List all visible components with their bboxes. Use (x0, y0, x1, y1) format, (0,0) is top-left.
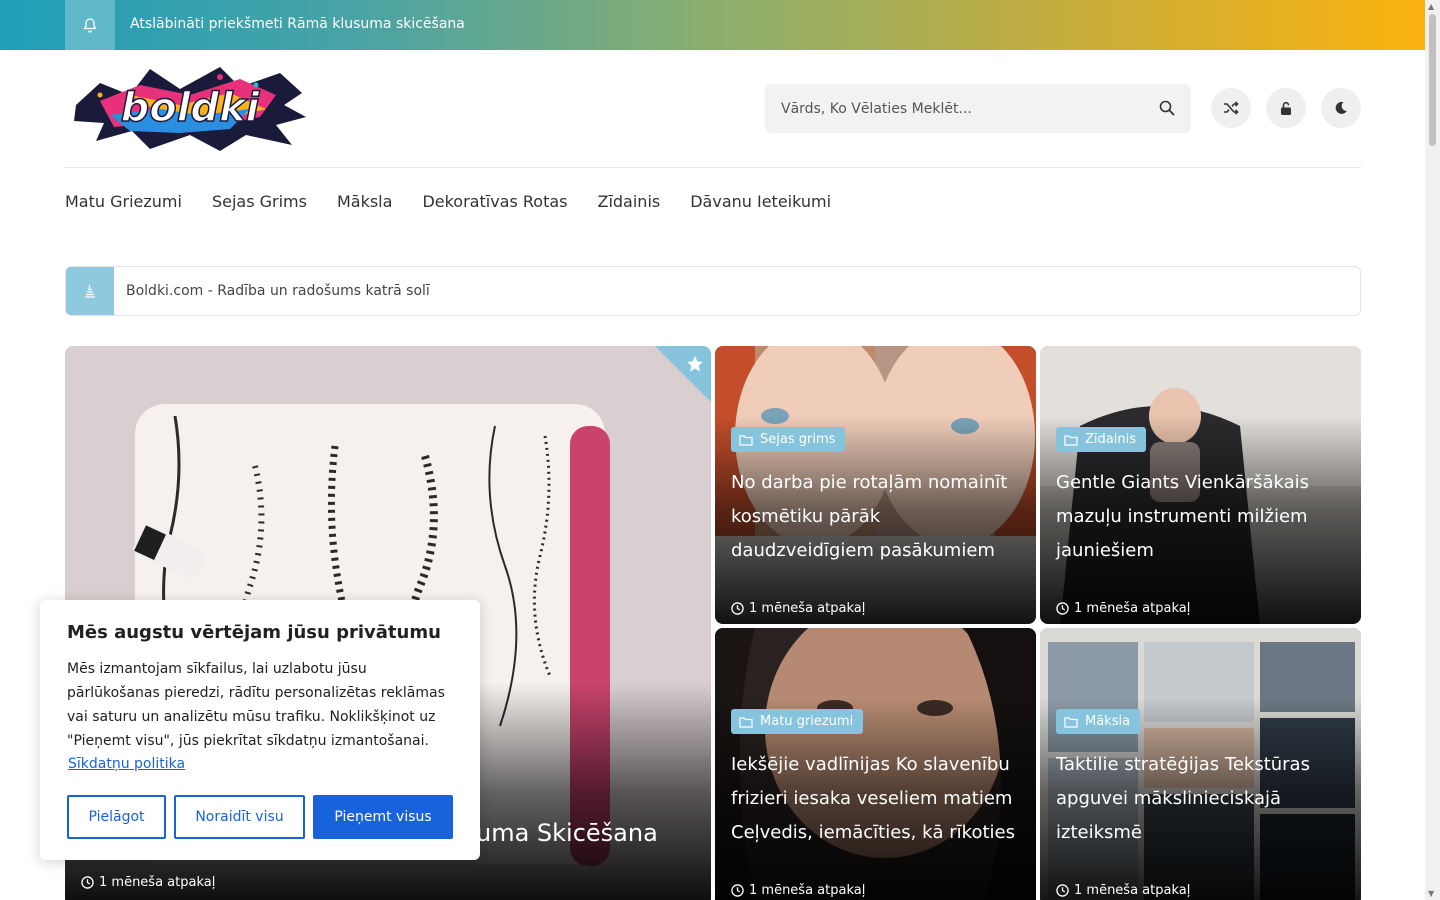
post-time: 1 mēneša atpakaļ (1056, 601, 1190, 616)
post-card[interactable]: Zīdainis Gentle Giants Vienkāršākais maz… (1040, 346, 1361, 624)
post-title[interactable]: Iekšējie vadlīnijas Ko slavenību frizier… (731, 748, 1022, 850)
category-badge[interactable]: Sejas grims (731, 427, 846, 452)
header-divider (65, 167, 1361, 168)
nav-item-davanu-ieteikumi[interactable]: Dāvanu Ieteikumi (690, 192, 831, 211)
shuffle-icon (1224, 101, 1239, 115)
post-card[interactable]: Matu griezumi Iekšējie vadlīnijas Ko sla… (715, 628, 1036, 900)
scroll-up-icon[interactable]: ▲ (1428, 2, 1434, 11)
category-badge[interactable]: Zīdainis (1056, 427, 1146, 452)
search-icon[interactable] (1159, 100, 1175, 120)
clock-icon (81, 876, 94, 889)
customize-button[interactable]: Pielāgot (67, 795, 166, 839)
clock-icon (731, 884, 744, 897)
site-logo[interactable]: boldki (70, 65, 310, 153)
nav-item-maksla[interactable]: Māksla (337, 192, 392, 211)
reject-all-button[interactable]: Noraidīt visu (174, 795, 305, 839)
post-time: 1 mēneša atpakaļ (1056, 883, 1190, 898)
nav-item-matu-griezumi[interactable]: Matu Griezumi (65, 192, 182, 211)
tagline-text: Boldki.com - Radība un radošums katrā so… (126, 283, 430, 299)
cookie-policy-link[interactable]: Sīkdatņu politika (68, 756, 185, 772)
scroll-down-icon[interactable]: ▼ (1428, 889, 1434, 898)
bell-icon[interactable] (65, 0, 115, 50)
nav-item-zidainis[interactable]: Zīdainis (597, 192, 660, 211)
post-card[interactable]: Sejas grims No darba pie rotaļām nomainī… (715, 346, 1036, 624)
search-input[interactable] (781, 84, 1151, 133)
consent-title: Mēs augstu vērtējam jūsu privātumu (67, 622, 441, 643)
cookie-consent-dialog: Mēs augstu vērtējam jūsu privātumu Mēs i… (40, 600, 480, 860)
dark-mode-toggle[interactable] (1321, 88, 1361, 128)
post-title[interactable]: No darba pie rotaļām nomainīt kosmētiku … (731, 466, 1022, 568)
nav-item-dekorativas-rotas[interactable]: Dekoratīvas Rotas (422, 192, 567, 211)
page-scrollbar[interactable]: ▲ ▼ (1425, 0, 1440, 900)
folder-icon (1064, 716, 1078, 728)
folder-icon (739, 434, 753, 446)
category-badge[interactable]: Māksla (1056, 709, 1141, 734)
logo-wordmark: boldki (121, 85, 261, 131)
moon-icon (1335, 101, 1347, 114)
scrollbar-thumb[interactable] (1429, 14, 1436, 146)
category-badge[interactable]: Matu griezumi (731, 709, 864, 734)
nav-item-sejas-grims[interactable]: Sejas Grims (212, 192, 307, 211)
announcement-text[interactable]: Atslābināti priekšmeti Rāmā klusuma skic… (130, 16, 465, 32)
clock-icon (1056, 884, 1069, 897)
post-time: 1 mēneša atpakaļ (731, 883, 865, 898)
post-time: 1 mēneša atpakaļ (81, 875, 215, 890)
accept-all-button[interactable]: Pieņemt visus (313, 795, 453, 839)
post-title[interactable]: Taktilie stratēģijas Tekstūras apguvei m… (1056, 748, 1347, 850)
consent-body: Mēs izmantojam sīkfailus, lai uzlabotu j… (67, 661, 445, 749)
folder-icon (739, 716, 753, 728)
folder-icon (1064, 434, 1078, 446)
clock-icon (1056, 602, 1069, 615)
clock-icon (731, 602, 744, 615)
tagline-bar: Boldki.com - Radība un radošums katrā so… (65, 266, 1361, 316)
main-nav: Matu Griezumi Sejas Grims Māksla Dekorat… (65, 192, 831, 211)
login-button[interactable] (1266, 88, 1306, 128)
random-post-button[interactable] (1211, 88, 1251, 128)
post-time: 1 mēneša atpakaļ (731, 601, 865, 616)
lock-icon (1281, 101, 1291, 115)
search-box (765, 84, 1191, 133)
star-icon (685, 354, 705, 378)
post-title[interactable]: Gentle Giants Vienkāršākais mazuļu instr… (1056, 466, 1347, 568)
post-card[interactable]: Māksla Taktilie stratēģijas Tekstūras ap… (1040, 628, 1361, 900)
stack-icon (66, 267, 114, 315)
announcement-bar: Atslābināti priekšmeti Rāmā klusuma skic… (0, 0, 1425, 50)
